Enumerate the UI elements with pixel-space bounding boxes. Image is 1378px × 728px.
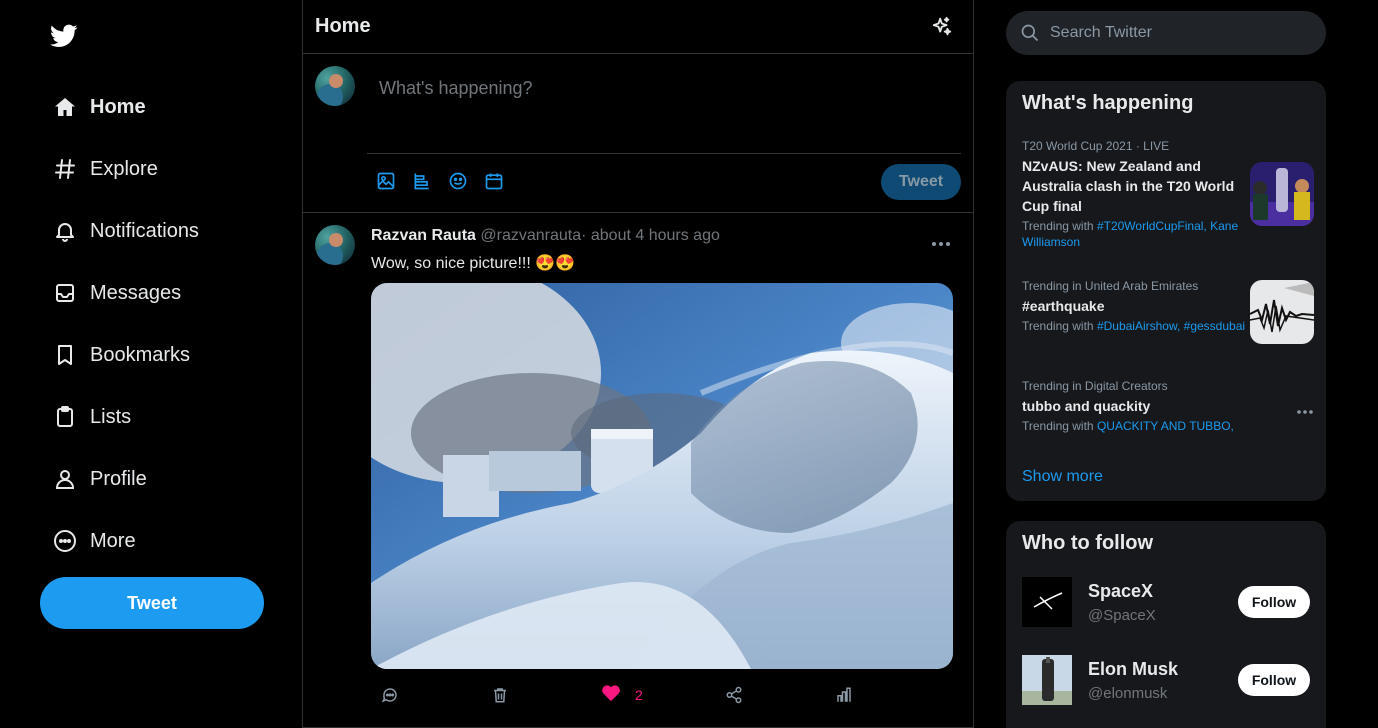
follow-handle: @SpaceX: [1088, 607, 1156, 624]
trend-with-tags[interactable]: #DubaiAirshow, #gessdubai: [1097, 319, 1245, 333]
twitter-logo-icon[interactable]: [48, 22, 80, 50]
nav-item-messages[interactable]: Messages: [52, 273, 181, 313]
sparkle-icon[interactable]: [931, 16, 953, 38]
nav-label-notifications: Notifications: [90, 219, 199, 242]
hashtag-icon: [52, 156, 78, 182]
tweet-composer: Tweet: [303, 54, 973, 213]
image-icon[interactable]: [375, 170, 397, 192]
list-icon: [52, 404, 78, 430]
compose-input[interactable]: [367, 66, 961, 154]
composer-avatar[interactable]: [315, 66, 355, 106]
sidebar-tweet-button[interactable]: Tweet: [40, 577, 264, 629]
nav-item-lists[interactable]: Lists: [52, 397, 131, 437]
trend-title: tubbo and quackity: [1022, 398, 1151, 414]
trend-context: Trending in United Arab Emirates: [1022, 279, 1199, 293]
like-count: 2: [635, 687, 643, 703]
trend-with-tags[interactable]: QUACKITY AND TUBBO,: [1097, 419, 1234, 433]
left-sidebar: Home Explore Notifications Messages Book: [0, 0, 302, 728]
nav-label-profile: Profile: [90, 467, 147, 490]
more-circle-icon: [52, 528, 78, 554]
trend-context: T20 World Cup 2021 · LIVE: [1022, 139, 1170, 153]
tweet-post[interactable]: Razvan Rauta @razvanrauta· about 4 hours…: [303, 213, 973, 728]
emoji-icon[interactable]: [447, 170, 469, 192]
follow-suggestion[interactable]: SpaceX @SpaceX Follow: [1022, 577, 1310, 629]
follow-name: SpaceX: [1088, 581, 1154, 601]
bookmark-icon: [52, 342, 78, 368]
trend-context: Trending in Digital Creators: [1022, 379, 1168, 393]
trend-item[interactable]: Trending in Digital Creators tubbo and q…: [1022, 378, 1314, 434]
follow-button[interactable]: Follow: [1238, 664, 1310, 696]
post-actions: 2: [371, 683, 953, 707]
trend-thumbnail: [1250, 162, 1314, 226]
post-author-name[interactable]: Razvan Rauta: [371, 227, 476, 244]
timeline: Home Tweet: [302, 0, 974, 728]
like-button[interactable]: 2: [601, 683, 643, 707]
post-avatar[interactable]: [315, 225, 355, 265]
user-icon: [52, 466, 78, 492]
more-horizontal-icon[interactable]: [931, 235, 951, 246]
follow-name: Elon Musk: [1088, 659, 1179, 679]
nav-label-home: Home: [90, 95, 146, 118]
follow-handle: @elonmusk: [1088, 685, 1168, 702]
trend-title: NZvAUS: New Zealand and Australia clash …: [1022, 158, 1235, 214]
trend-with-prefix: Trending with: [1022, 219, 1097, 233]
trend-text: T20 World Cup 2021 · LIVE NZvAUS: New Ze…: [1022, 138, 1246, 250]
composer-tweet-button[interactable]: Tweet: [881, 164, 961, 200]
follow-suggestion[interactable]: Elon Musk @elonmusk Follow: [1022, 655, 1310, 707]
follow-avatar[interactable]: [1022, 655, 1072, 705]
app: Home Explore Notifications Messages Book: [0, 0, 1378, 728]
analytics-icon[interactable]: [835, 683, 853, 707]
whats-happening-panel: What's happening T20 World Cup 2021 · LI…: [1006, 81, 1326, 501]
nav-item-explore[interactable]: Explore: [52, 149, 158, 189]
whats-happening-title: What's happening: [1022, 92, 1194, 114]
follow-avatar[interactable]: [1022, 577, 1072, 627]
share-icon[interactable]: [725, 683, 743, 707]
nav-item-notifications[interactable]: Notifications: [52, 211, 199, 251]
trend-with: Trending with #DubaiAirshow, #gessdubai: [1022, 318, 1246, 334]
nav-label-messages: Messages: [90, 281, 182, 304]
trend-item[interactable]: Trending in United Arab Emirates #earthq…: [1022, 278, 1314, 344]
home-icon: [52, 94, 78, 120]
nav-label-explore: Explore: [90, 157, 158, 180]
who-to-follow-panel: Who to follow SpaceX @SpaceX Follow Elon…: [1006, 521, 1326, 728]
page-title: Home: [315, 15, 371, 37]
post-meta: @razvanrauta· about 4 hours ago: [480, 227, 720, 244]
nav-item-home[interactable]: Home: [52, 87, 146, 127]
bell-icon: [52, 218, 78, 244]
trend-title: #earthquake: [1022, 298, 1105, 314]
poll-icon[interactable]: [411, 170, 433, 192]
delete-icon[interactable]: [491, 683, 509, 707]
show-more-link[interactable]: Show more: [1022, 468, 1103, 486]
trend-thumbnail: [1250, 280, 1314, 344]
post-text: Wow, so nice picture!!! 😍😍: [371, 255, 576, 272]
search-input[interactable]: [1050, 11, 1310, 55]
search-icon: [1020, 23, 1040, 43]
post-header: Razvan Rauta @razvanrauta· about 4 hours…: [371, 227, 720, 245]
follow-button[interactable]: Follow: [1238, 586, 1310, 618]
nav-label-more: More: [90, 529, 136, 552]
trend-item[interactable]: T20 World Cup 2021 · LIVE NZvAUS: New Ze…: [1022, 138, 1314, 250]
timeline-header: Home: [303, 0, 973, 54]
reply-icon[interactable]: [381, 683, 399, 707]
trend-with: Trending with QUACKITY AND TUBBO,: [1022, 418, 1272, 434]
who-to-follow-title: Who to follow: [1022, 532, 1154, 554]
nav-item-profile[interactable]: Profile: [52, 459, 147, 499]
trend-with-prefix: Trending with: [1022, 419, 1097, 433]
trend-with-prefix: Trending with: [1022, 319, 1097, 333]
nav-label-bookmarks: Bookmarks: [90, 343, 191, 366]
nav-item-more[interactable]: More: [52, 521, 136, 561]
composer-toolbar: [375, 170, 505, 192]
trend-with: Trending with #T20WorldCupFinal, Kane Wi…: [1022, 218, 1246, 250]
heart-icon: [601, 684, 621, 707]
post-image[interactable]: [371, 283, 953, 669]
nav-label-lists: Lists: [90, 405, 132, 428]
schedule-icon[interactable]: [483, 170, 505, 192]
trend-text: Trending in United Arab Emirates #earthq…: [1022, 278, 1246, 334]
trend-text: Trending in Digital Creators tubbo and q…: [1022, 378, 1272, 434]
envelope-icon: [52, 280, 78, 306]
search-box: [1006, 11, 1326, 55]
nav-item-bookmarks[interactable]: Bookmarks: [52, 335, 190, 375]
more-horizontal-icon[interactable]: [1296, 402, 1314, 414]
